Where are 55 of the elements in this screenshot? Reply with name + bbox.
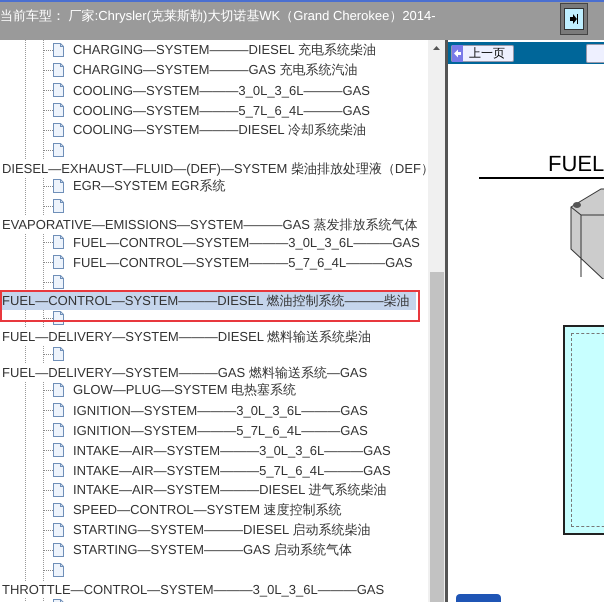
tree-item[interactable]: INTAKE—AIR—SYSTEM———5_7L_6_4L———GAS <box>73 462 391 478</box>
document-icon <box>53 143 64 157</box>
tree-item[interactable]: COOLING—SYSTEM———DIESEL 冷却系统柴油 <box>73 121 366 139</box>
tree-item[interactable]: EGR—SYSTEM EGR系统 <box>73 177 226 195</box>
tree-item[interactable]: STARTING—SYSTEM———GAS 启动系统气体 <box>73 541 352 559</box>
tree-item[interactable]: IGNITION—SYSTEM———3_0L_3_6L———GAS <box>73 402 368 418</box>
tree-item[interactable]: FUEL—DELIVERY—SYSTEM———GAS 燃料输送系统—GAS <box>0 364 368 382</box>
document-icon <box>53 43 64 57</box>
document-icon <box>53 103 64 117</box>
document-icon <box>53 543 64 557</box>
tree-item[interactable]: COOLING—SYSTEM———3_0L_3_6L———GAS <box>73 82 370 98</box>
document-icon <box>53 423 64 437</box>
document-icon <box>53 179 64 193</box>
diagram-heading: FUEL <box>548 151 604 177</box>
tree-item[interactable]: COOLING—SYSTEM———5_7L_6_4L———GAS <box>73 102 370 118</box>
tree-item[interactable]: FUEL—CONTROL—SYSTEM———5_7_6_4L———GAS <box>73 254 413 270</box>
document-icon <box>53 443 64 457</box>
document-icon <box>53 83 64 97</box>
tree-item[interactable]: INTAKE—AIR—SYSTEM———3_0L_3_6L———GAS <box>73 442 391 458</box>
scrollbar[interactable] <box>428 40 445 602</box>
document-icon <box>53 523 64 537</box>
document-icon <box>53 503 64 517</box>
document-icon <box>53 235 64 249</box>
tree-item[interactable]: GLOW—PLUG—SYSTEM 电热塞系统 <box>73 381 296 399</box>
document-icon <box>53 563 64 577</box>
tree-item[interactable]: EVAPORATIVE—EMISSIONS—SYSTEM———GAS 蒸发排放系统气体 <box>0 216 418 234</box>
document-icon <box>53 463 64 477</box>
tree-item[interactable]: SPEED—CONTROL—SYSTEM 速度控制系统 <box>73 501 342 519</box>
document-icon <box>53 347 64 361</box>
tree-item[interactable]: INTAKE—AIR—SYSTEM———DIESEL 进气系统柴油 <box>73 481 386 499</box>
document-icon <box>53 63 64 77</box>
tree-item[interactable]: FUEL—CONTROL—SYSTEM———3_0L_3_6L———GAS <box>73 234 420 250</box>
toggle-panel-button[interactable] <box>560 3 588 35</box>
tree-item[interactable]: FUEL—DELIVERY—SYSTEM———DIESEL 燃料输送系统柴油 <box>0 328 372 346</box>
document-icon <box>53 403 64 417</box>
tree-item[interactable]: CHARGING—SYSTEM———DIESEL 充电系统柴油 <box>73 41 376 59</box>
arrow-right-icon <box>570 14 578 24</box>
vehicle-model-title: 当前车型： 厂家:Chrysler(克莱斯勒)大切诺基WK（Grand Cherokee）2014- <box>0 7 436 25</box>
tree-item[interactable]: STARTING—SYSTEM———DIESEL 启动系统柴油 <box>73 521 370 539</box>
document-icon <box>53 255 64 269</box>
document-icon <box>53 123 64 137</box>
tree-item[interactable]: CHARGING—SYSTEM———GAS 充电系统汽油 <box>73 61 358 79</box>
document-icon <box>53 383 64 397</box>
tree-item[interactable]: IGNITION—SYSTEM———5_7L_6_4L———GAS <box>73 422 368 438</box>
tree-item[interactable]: DIESEL—EXHAUST—FLUID—(DEF)—SYSTEM 柴油排放处理液（DEF） <box>0 160 428 178</box>
document-icon <box>53 483 64 497</box>
previous-page-button[interactable]: 上一页 <box>451 44 514 62</box>
next-page-button[interactable] <box>586 44 604 62</box>
bottom-button[interactable] <box>456 594 501 602</box>
scroll-up-icon <box>433 46 440 50</box>
document-icon <box>53 275 64 289</box>
document-icon <box>53 199 64 213</box>
scrollbar-thumb[interactable] <box>430 272 444 602</box>
tree-item[interactable]: THROTTLE—CONTROL—SYSTEM———3_0L_3_6L———GAS <box>0 582 384 596</box>
tree-item[interactable]: FUEL—CONTROL—SYSTEM———DIESEL 燃油控制系统———柴油 <box>0 292 416 310</box>
